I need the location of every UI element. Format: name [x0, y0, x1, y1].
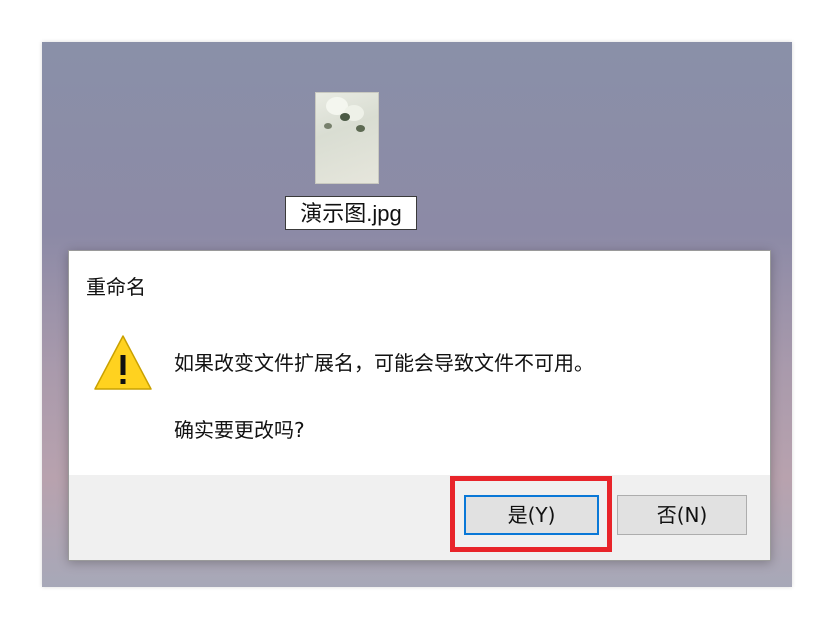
dialog-question: 确实要更改吗?	[174, 418, 305, 442]
thumbnail-leaf	[340, 113, 350, 121]
warning-icon	[94, 335, 152, 390]
dialog-title: 重命名	[86, 275, 146, 299]
thumbnail-leaf	[356, 125, 365, 132]
file-name-edit-box[interactable]: 演示图.jpg	[285, 196, 417, 230]
highlight-annotation-box	[450, 476, 612, 552]
thumbnail-leaf	[324, 123, 332, 129]
no-button[interactable]: 否(N)	[617, 495, 747, 535]
file-thumbnail[interactable]	[315, 92, 379, 184]
rename-dialog: 重命名 如果改变文件扩展名，可能会导致文件不可用。 确实要更改吗? 是(Y) 否…	[68, 250, 771, 561]
dialog-message: 如果改变文件扩展名，可能会导致文件不可用。	[174, 351, 594, 375]
